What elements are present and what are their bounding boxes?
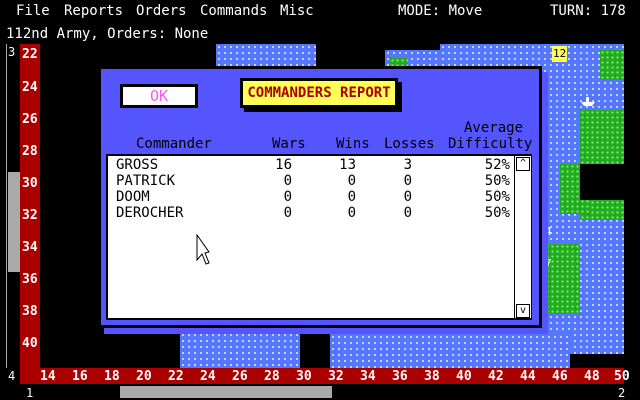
right-edge <box>624 44 640 368</box>
row-label: 26 <box>22 112 38 127</box>
water-tile <box>330 334 570 368</box>
col-label: 30 <box>296 369 312 384</box>
turn-counter: TURN: 178 <box>550 3 626 19</box>
col-label: 20 <box>136 369 152 384</box>
losses-value: 0 <box>403 205 412 221</box>
status-line: 112nd Army, Orders: None <box>0 26 640 44</box>
commander-name: DOOM <box>116 189 150 205</box>
col-label: 50 <box>614 369 630 384</box>
col-label: 16 <box>72 369 88 384</box>
col-label: 18 <box>104 369 120 384</box>
col-label: 28 <box>264 369 280 384</box>
difficulty-value: 50% <box>484 189 510 205</box>
losses-value: 0 <box>403 173 412 189</box>
mouse-pointer-icon <box>196 234 210 265</box>
header-average: Average <box>464 120 524 136</box>
scroll-up-button[interactable]: ^ <box>516 157 530 171</box>
ship-icon[interactable] <box>580 96 596 106</box>
menu-bar: File Reports Orders Commands Misc MODE: … <box>0 0 640 24</box>
row-label: 36 <box>22 272 38 287</box>
row-label: 24 <box>22 80 38 95</box>
commander-name: PATRICK <box>116 173 176 189</box>
ok-button[interactable]: OK <box>120 84 198 108</box>
losses-value: 3 <box>403 157 412 173</box>
col-label: 32 <box>328 369 344 384</box>
difficulty-value: 52% <box>484 157 510 173</box>
wars-value: 0 <box>283 173 292 189</box>
col-label: 42 <box>488 369 504 384</box>
wins-value: 0 <box>347 173 356 189</box>
commander-name: GROSS <box>116 157 159 173</box>
dialog-title: COMMANDERS REPORT <box>240 78 398 108</box>
col-label: 40 <box>456 369 472 384</box>
menu-reports[interactable]: Reports <box>64 3 123 19</box>
header-commander: Commander <box>136 136 212 152</box>
water-tile <box>216 44 316 66</box>
col-label: 24 <box>200 369 216 384</box>
col-label: 44 <box>520 369 536 384</box>
wins-value: 13 <box>339 157 356 173</box>
black-region <box>310 334 330 354</box>
header-wins: Wins <box>336 136 370 152</box>
difficulty-value: 50% <box>484 173 510 189</box>
wins-value: 0 <box>347 189 356 205</box>
col-label: 34 <box>360 369 376 384</box>
menu-file[interactable]: File <box>16 3 50 19</box>
mode-indicator: MODE: Move <box>398 3 483 19</box>
difficulty-value: 50% <box>484 205 510 221</box>
black-region <box>580 164 624 200</box>
wars-value: 16 <box>275 157 292 173</box>
col-label: 22 <box>168 369 184 384</box>
col-label: 26 <box>232 369 248 384</box>
losses-value: 0 <box>403 189 412 205</box>
scroll-down-button[interactable]: v <box>516 304 530 318</box>
col-label: 36 <box>392 369 408 384</box>
corner-marker: 1 <box>26 386 34 400</box>
unit-marker[interactable]: 12 <box>552 46 568 62</box>
header-wars: Wars <box>272 136 306 152</box>
commander-name: DEROCHER <box>116 205 184 221</box>
header-losses: Losses <box>384 136 435 152</box>
row-label: 28 <box>22 144 38 159</box>
header-difficulty: Difficulty <box>448 136 533 152</box>
menu-orders[interactable]: Orders <box>136 3 187 19</box>
corner-marker: 2 <box>618 386 626 400</box>
row-label: 40 <box>22 336 38 351</box>
row-label: 34 <box>22 240 38 255</box>
row-label: 30 <box>22 176 38 191</box>
table-scrollbar[interactable] <box>514 156 531 318</box>
row-label: 22 <box>22 47 38 62</box>
horizontal-scroll-thumb[interactable] <box>120 386 332 398</box>
menu-commands[interactable]: Commands <box>200 3 267 19</box>
unit-status-text: 112nd Army, Orders: None <box>6 26 209 42</box>
col-label: 38 <box>424 369 440 384</box>
col-label: 14 <box>40 369 56 384</box>
col-label: 46 <box>552 369 568 384</box>
corner-marker: 4 <box>8 369 16 383</box>
wars-value: 0 <box>283 189 292 205</box>
wars-value: 0 <box>283 205 292 221</box>
corner-marker: 3 <box>8 45 16 59</box>
col-label: 48 <box>584 369 600 384</box>
row-label: 32 <box>22 208 38 223</box>
vertical-scroll-thumb[interactable] <box>8 172 20 272</box>
menu-misc[interactable]: Misc <box>280 3 314 19</box>
wins-value: 0 <box>347 205 356 221</box>
land-tile <box>600 50 624 80</box>
row-label: 38 <box>22 304 38 319</box>
